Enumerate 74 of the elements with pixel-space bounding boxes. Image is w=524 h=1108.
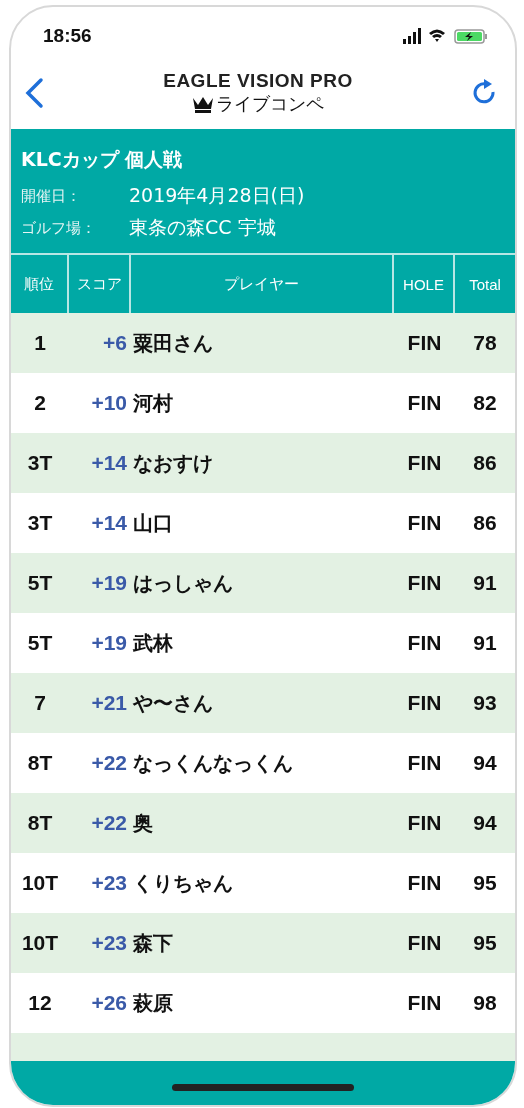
hole-cell: FIN (407, 811, 442, 835)
field-value: 2019年4月28日(日) (129, 183, 305, 208)
status-time: 18:56 (43, 25, 92, 47)
hole-cell: FIN (407, 631, 442, 655)
hole-cell: FIN (407, 931, 442, 955)
crown-icon (192, 95, 214, 113)
field-label: ゴルフ場： (21, 218, 97, 238)
player-cell-text: くりちゃん (132, 869, 234, 897)
rank-cell: 8T (27, 811, 53, 835)
player-cell-text: はっしゃん (132, 569, 234, 597)
player-cell-text: 粟田さん (132, 329, 214, 357)
event-name: KLCカップ 個人戦 (21, 147, 184, 172)
column-header: Total (468, 274, 502, 295)
rank-cell: 8T (27, 751, 53, 775)
hole-cell: FIN (407, 451, 442, 475)
rank-cell: 10T (21, 931, 59, 955)
rank-cell: 5T (27, 571, 53, 595)
score-cell-text: +19 (91, 571, 128, 595)
player-cell-text: 奥 (132, 809, 154, 837)
rank-cell: 7 (34, 691, 46, 715)
player-cell-text: 森下 (132, 929, 174, 957)
player-cell-text: 山口 (132, 509, 174, 537)
total-cell: 82 (473, 391, 497, 415)
score-cell-text: +26 (91, 991, 128, 1015)
total-cell: 95 (473, 931, 497, 955)
player-cell-text: 河村 (132, 389, 174, 417)
total-cell: 95 (473, 871, 497, 895)
hole-cell: FIN (407, 391, 442, 415)
player-cell-text: なっくんなっくん (132, 749, 294, 777)
score-cell-text: +23 (91, 871, 128, 895)
total-cell: 98 (473, 991, 497, 1015)
rank-cell: 3T (27, 511, 53, 535)
player-cell-text: なおすけ (132, 449, 214, 477)
score-cell-text: +19 (91, 631, 128, 655)
rank-cell: 10T (21, 871, 59, 895)
hole-cell: FIN (407, 991, 442, 1015)
score-cell-text: +22 (91, 811, 128, 835)
player-cell-text: や〜さん (132, 689, 214, 717)
total-cell: 91 (473, 571, 497, 595)
hole-cell: FIN (407, 691, 442, 715)
app-subtitle: ライブコンペ (216, 92, 324, 116)
player-cell-text: 武林 (132, 629, 174, 657)
hole-cell: FIN (407, 871, 442, 895)
home-indicator[interactable] (172, 1083, 354, 1091)
app-title: EAGLE VISION PRO (163, 70, 353, 92)
score-cell-text: +10 (91, 391, 128, 415)
total-cell: 78 (473, 331, 497, 355)
score-cell-text: +22 (91, 751, 128, 775)
rank-cell: 2 (34, 391, 46, 415)
hole-cell: FIN (407, 511, 442, 535)
wifi-icon (429, 29, 445, 42)
hole-cell: FIN (407, 751, 442, 775)
score-cell-text: +6 (103, 331, 128, 355)
hole-cell: FIN (407, 571, 442, 595)
rank-cell: 12 (28, 991, 52, 1015)
player-cell-text: 萩原 (132, 989, 174, 1017)
signal-icon (403, 28, 421, 44)
score-cell-text: +14 (91, 511, 128, 535)
rank-cell: 3T (27, 451, 53, 475)
total-cell: 86 (473, 451, 497, 475)
total-cell: 91 (473, 631, 497, 655)
score-cell-text: +14 (91, 451, 128, 475)
rank-cell: 1 (34, 331, 46, 355)
score-cell-text: +21 (91, 691, 128, 715)
total-cell: 94 (473, 811, 497, 835)
total-cell: 86 (473, 511, 497, 535)
field-value: 東条の森CC 宇城 (129, 215, 276, 240)
field-label: 開催日： (21, 186, 82, 206)
hole-cell: FIN (407, 331, 442, 355)
total-cell: 93 (473, 691, 497, 715)
rank-cell: 5T (27, 631, 53, 655)
battery-icon (454, 29, 487, 44)
total-cell: 94 (473, 751, 497, 775)
score-cell-text: +23 (91, 931, 128, 955)
